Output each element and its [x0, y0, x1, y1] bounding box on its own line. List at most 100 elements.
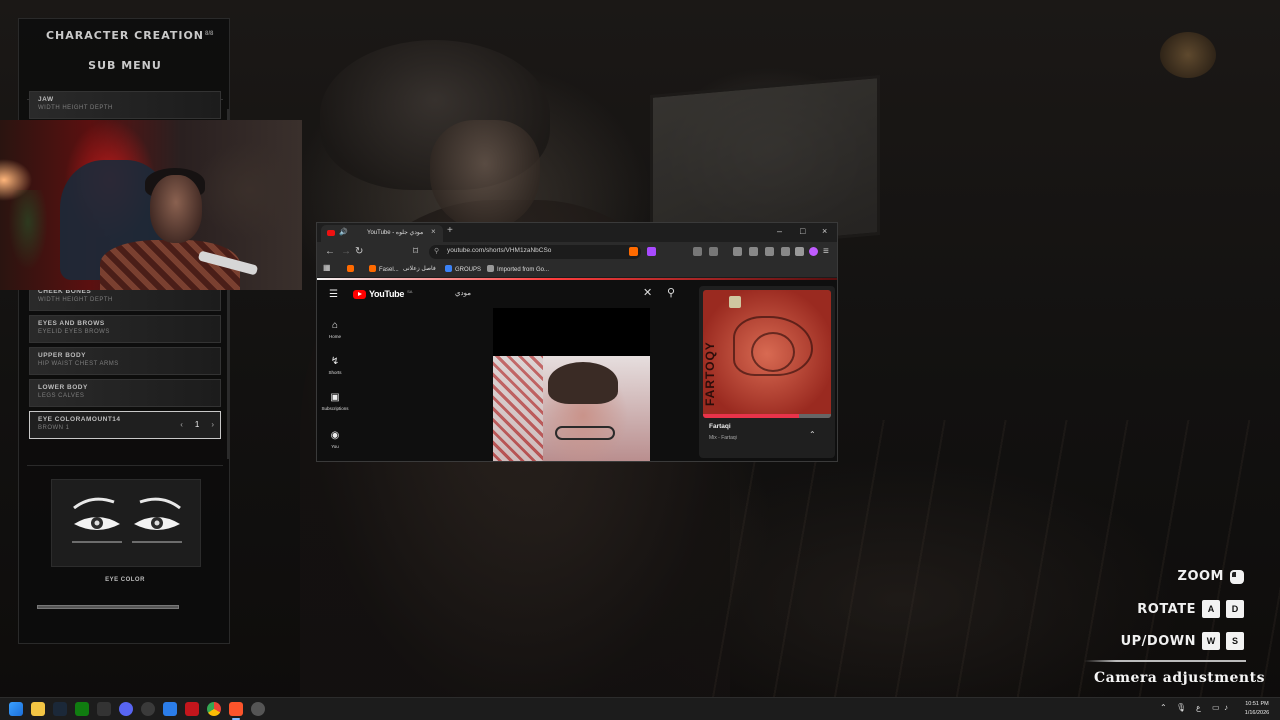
youtube-logo[interactable]: YouTube SA — [353, 289, 412, 299]
url-text: youtube.com/shorts/VHM1zaNbCSo — [447, 247, 552, 254]
sidebar-icon[interactable] — [749, 247, 758, 256]
forward-icon[interactable]: → — [341, 246, 351, 257]
tab-youtube[interactable]: 🔊 YouTube - مودي جلوه × — [321, 225, 443, 242]
profile-icon[interactable] — [809, 247, 818, 256]
hamburger-menu-icon[interactable]: ☰ — [329, 289, 338, 300]
tray-chevron-icon[interactable]: ⌃ — [1160, 703, 1167, 712]
system-clock[interactable]: 10:51 PM 1/16/2026 — [1240, 700, 1274, 718]
menu-item-title: UPPER BODY — [38, 352, 86, 359]
bookmark-item[interactable]: Fasel... — [369, 265, 399, 273]
volume-icon[interactable]: ♪ — [1224, 703, 1228, 712]
clear-search-icon[interactable]: ✕ — [643, 286, 652, 299]
menu-icon[interactable]: ≡ — [823, 246, 829, 257]
key-w: W — [1202, 632, 1220, 650]
discord-icon[interactable] — [119, 702, 133, 716]
app-icon[interactable] — [141, 702, 155, 716]
video-scarf — [493, 356, 543, 461]
apps-grid-icon[interactable]: ▦ — [323, 263, 331, 272]
eye-color-slider[interactable] — [37, 605, 179, 609]
menu-item-subtitle: EYELID EYES BROWS — [38, 329, 110, 335]
youtube-favicon-icon — [327, 230, 335, 236]
webcam-overlay — [0, 120, 302, 290]
stepper-value: 1 — [194, 420, 200, 429]
menu-item-subtitle: HIP WAIST CHEST ARMS — [38, 361, 119, 367]
bookmark-item[interactable]: فاصل زعلانى — [403, 265, 436, 272]
browser-window[interactable]: 🔊 YouTube - مودي جلوه × + – □ × ← → ↻ ⌑ … — [316, 222, 838, 462]
mix-title[interactable]: Fartaqi — [709, 423, 731, 430]
menu-item-eyes-and-brows[interactable]: EYES AND BROWS EYELID EYES BROWS — [29, 315, 221, 343]
chrome-icon[interactable] — [207, 702, 221, 716]
rotate-label: ROTATE — [1137, 601, 1196, 617]
windows-start-icon[interactable] — [9, 702, 23, 716]
close-window-button[interactable]: × — [822, 226, 827, 236]
language-icon[interactable]: ع — [1196, 703, 1201, 712]
brave-shield-icon[interactable] — [629, 247, 638, 256]
youtube-page: ☰ YouTube SA مودي ✕ ⚲ ⌂ Home ↯ Shorts ▣ … — [317, 280, 837, 461]
menu-item-upper-body[interactable]: UPPER BODY HIP WAIST CHEST ARMS — [29, 347, 221, 375]
stepper-prev-button[interactable]: ‹ — [180, 420, 183, 429]
photos-icon[interactable] — [163, 702, 177, 716]
nav-home[interactable]: ⌂ Home — [317, 320, 353, 339]
chevron-up-icon[interactable]: ⌃ — [809, 430, 816, 439]
file-explorer-icon[interactable] — [31, 702, 45, 716]
brave-icon[interactable] — [229, 702, 243, 716]
bookmark-item[interactable]: Imported from Go... — [487, 265, 549, 273]
stamp-icon — [729, 296, 741, 308]
menu-item-eye-color[interactable]: EYE COLORAMOUNT14 BROWN 1 ‹ 1 › — [29, 411, 221, 439]
preview-label: EYE COLOR — [105, 577, 145, 583]
tab-bar: 🔊 YouTube - مودي جلوه × + – □ × — [317, 223, 837, 242]
bookmark-favicon-icon — [445, 265, 452, 272]
zoom-control: ZOOM — [1178, 569, 1244, 584]
url-field[interactable]: ⚲ youtube.com/shorts/VHM1zaNbCSo — [429, 245, 641, 259]
short-video-player[interactable] — [493, 356, 650, 461]
vpn-icon[interactable] — [795, 247, 804, 256]
panel-title: CHARACTER CREATION — [45, 29, 205, 42]
bookmark-icon[interactable]: ⌑ — [413, 246, 418, 257]
brave-icon — [347, 265, 354, 272]
new-tab-button[interactable]: + — [447, 225, 453, 236]
extension-icon[interactable] — [693, 247, 702, 256]
stepper-next-button[interactable]: › — [211, 420, 214, 429]
tab-close-icon[interactable]: × — [431, 227, 436, 236]
network-icon[interactable]: ▭ — [1212, 703, 1220, 712]
game-launcher-icon[interactable] — [185, 702, 199, 716]
reload-icon[interactable]: ↻ — [355, 246, 363, 257]
maximize-button[interactable]: □ — [800, 226, 805, 236]
site-info-icon[interactable]: ⚲ — [434, 247, 439, 255]
folder-icon — [487, 265, 494, 272]
microphone-icon[interactable]: 🎙 — [1176, 703, 1186, 712]
bookmark-item[interactable]: GROUPS — [445, 265, 481, 273]
user-icon: ◉ — [330, 430, 340, 441]
rotate-control: ROTATE A D — [1137, 600, 1244, 618]
ai-icon[interactable] — [781, 247, 790, 256]
search-input[interactable]: مودي — [455, 289, 471, 297]
wallet-icon[interactable] — [765, 247, 774, 256]
menu-item-jaw[interactable]: JAW WIDTH HEIGHT DEPTH — [29, 91, 221, 119]
youtube-wordmark: YouTube — [369, 289, 405, 299]
steam-icon[interactable] — [53, 702, 67, 716]
nav-label: Home — [328, 334, 341, 339]
search-icon[interactable]: ⚲ — [667, 286, 675, 299]
obs-icon[interactable] — [97, 702, 111, 716]
mix-cover-art[interactable]: FARTOQY — [703, 290, 831, 418]
eye-preview — [51, 479, 201, 567]
nav-you[interactable]: ◉ You — [317, 430, 353, 449]
media-icon[interactable] — [733, 247, 742, 256]
nav-shorts[interactable]: ↯ Shorts — [317, 356, 353, 375]
bookmark-item[interactable] — [347, 265, 357, 273]
menu-item-subtitle: WIDTH HEIGHT DEPTH — [38, 105, 113, 111]
settings-icon[interactable] — [251, 702, 265, 716]
xbox-icon[interactable] — [75, 702, 89, 716]
audio-playing-icon[interactable]: 🔊 — [339, 228, 348, 236]
eye-color-stepper[interactable]: ‹ 1 › — [180, 420, 214, 429]
extension-icon[interactable] — [709, 247, 718, 256]
address-bar-row: ← → ↻ ⌑ ⚲ youtube.com/shorts/VHM1zaNbCSo… — [317, 242, 837, 262]
minimize-button[interactable]: – — [777, 226, 782, 236]
character-creation-panel: CHARACTER CREATION 8/8 SUB MENU JAW WIDT… — [18, 18, 230, 644]
nav-subscriptions[interactable]: ▣ Subscriptions — [317, 392, 353, 411]
webcam-plant — [8, 190, 48, 270]
menu-item-lower-body[interactable]: LOWER BODY LEGS CALVES — [29, 379, 221, 407]
brave-rewards-icon[interactable] — [647, 247, 656, 256]
bookmark-favicon-icon — [369, 265, 376, 272]
back-icon[interactable]: ← — [325, 246, 335, 257]
